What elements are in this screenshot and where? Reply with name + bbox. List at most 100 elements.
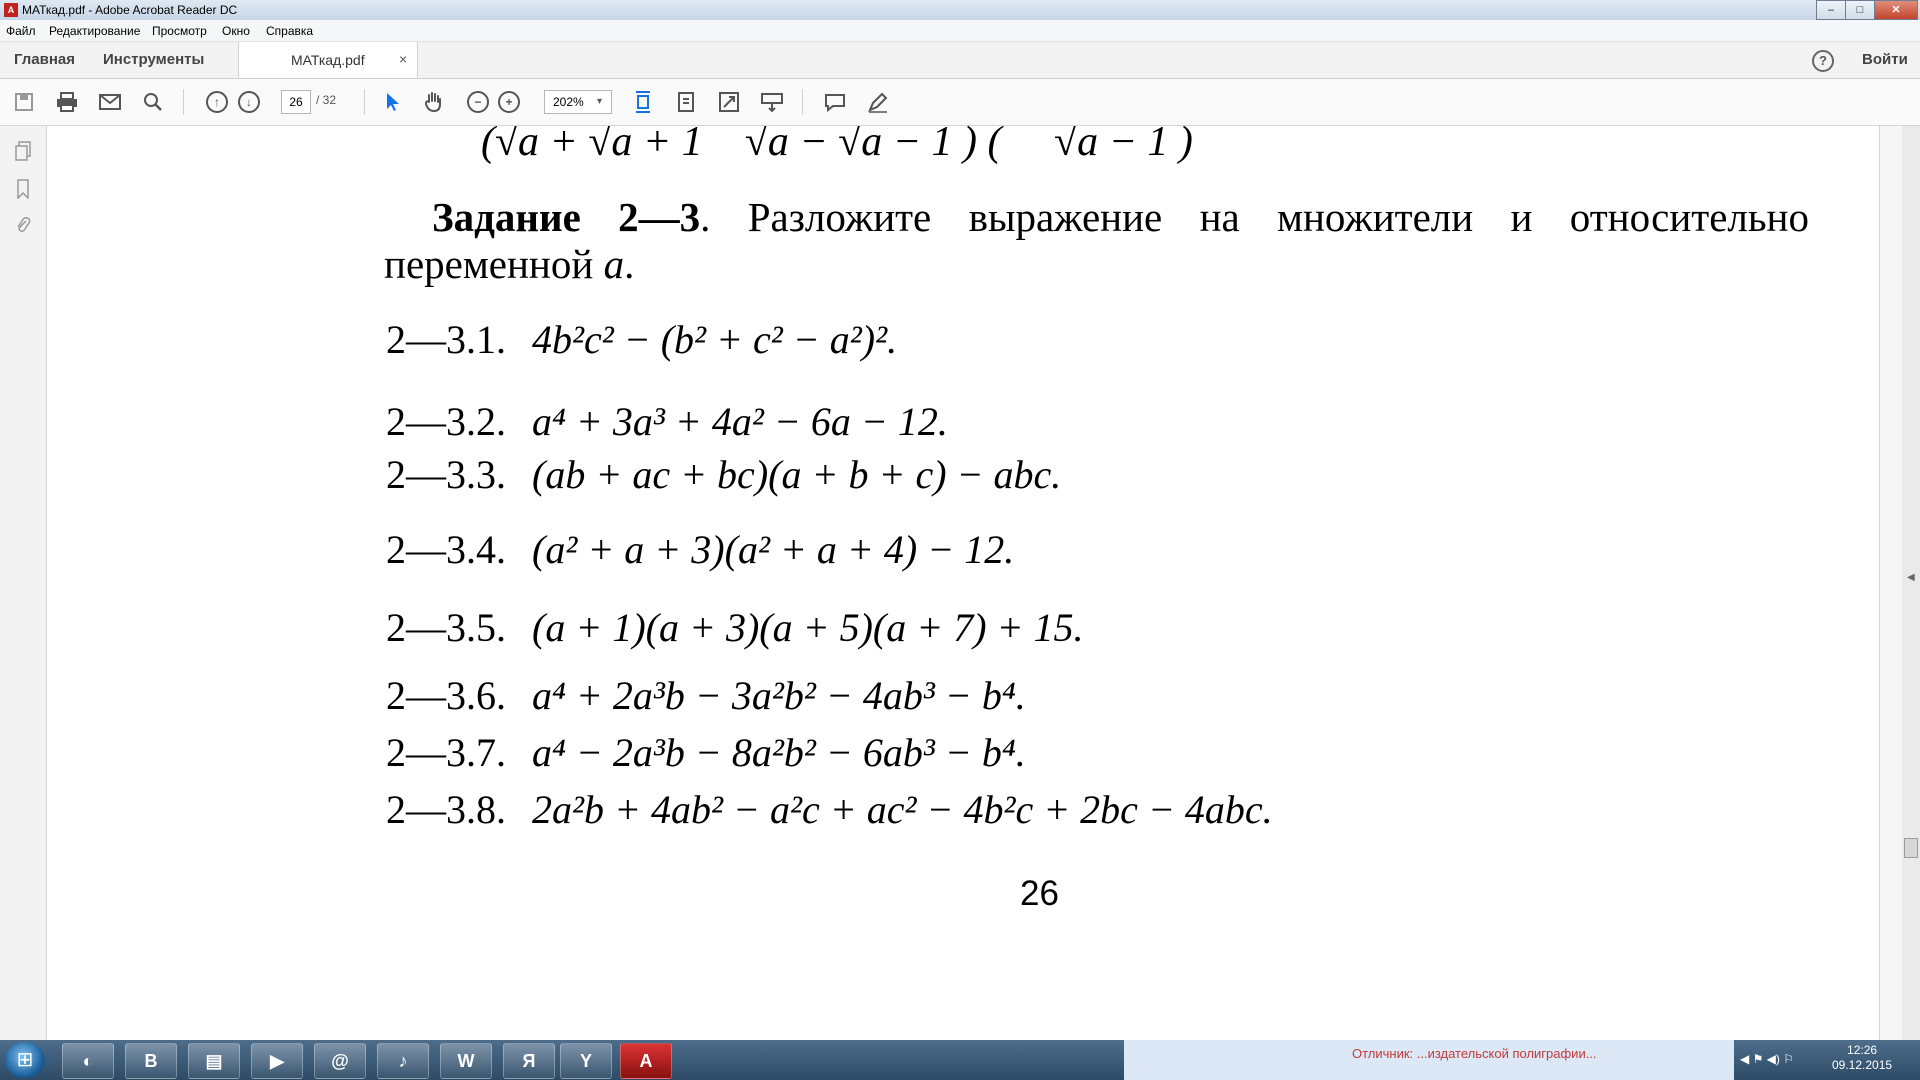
page-up-icon[interactable]: ↑ [204,89,230,115]
menu-help[interactable]: Справка [266,24,313,38]
read-mode-icon[interactable] [759,89,785,115]
acrobat-app-icon[interactable]: A [620,1043,672,1079]
mail-agent-app-icon[interactable]: @ [314,1043,366,1079]
task-heading: Задание 2—3. Разложите выражение на множ… [384,194,1809,288]
exercise-label: 2—3.3. [386,452,506,497]
close-tab-icon[interactable]: × [399,51,407,67]
start-button[interactable]: ⊞ [5,1042,45,1078]
full-screen-icon[interactable] [716,89,742,115]
page-number: 26 [1020,874,1059,913]
system-tray: ◀ ⚑ ◀) ⚐ 12:26 09.12.2015 [1736,1040,1920,1080]
bookmarks-icon[interactable] [12,178,34,200]
notification-text: Отличник: ...издательской полиграфии... [1352,1046,1597,1061]
exercise-item: 2—3.8. 2a²b + 4ab² − a²c + ac² − 4b²c + 2… [386,786,1273,833]
clock-date: 09.12.2015 [1832,1058,1893,1072]
menu-view[interactable]: Просмотр [152,24,207,38]
expand-right-panel-icon[interactable]: ◀ [1907,572,1915,583]
exercise-expression: 2a²b + 4ab² − a²c + ac² − 4b²c + 2bc − 4… [532,787,1273,832]
clock[interactable]: 12:26 09.12.2015 [1832,1043,1892,1073]
page-thumbnails-icon[interactable] [12,140,34,162]
title-bar: A МАТкад.pdf - Adobe Acrobat Reader DC –… [0,0,1920,20]
exercise-expression: 4b²c² − (b² + c² − a²)². [532,317,898,362]
exercise-item: 2—3.6. a⁴ + 2a³b − 3a²b² − 4ab³ − b⁴. [386,672,1026,719]
help-icon[interactable]: ? [1812,50,1834,72]
scroll-mode-icon[interactable] [673,89,699,115]
windows-taskbar: ⊞ ◐ B ▤ ▶ @ ♪ W Я Y A Отличник: ...издат… [0,1040,1920,1080]
exercise-item: 2—3.5. (a + 1)(a + 3)(a + 5)(a + 7) + 15. [386,604,1084,651]
exercise-item: 2—3.3. (ab + ac + bc)(a + b + c) − abc. [386,451,1061,498]
exercise-item: 2—3.1. 4b²c² − (b² + c² − a²)². [386,316,897,363]
exercise-label: 2—3.8. [386,787,506,832]
menu-bar: Файл Редактирование Просмотр Окно Справк… [0,20,1920,42]
exercise-expression: a⁴ + 2a³b − 3a²b² − 4ab³ − b⁴. [532,673,1026,718]
tab-tools[interactable]: Инструменты [103,51,204,68]
task-heading-bold: Задание 2—3 [432,194,701,240]
notification-banner: Отличник: ...издательской полиграфии... [1124,1040,1734,1080]
exercise-expression: a⁴ + 3a³ + 4a² − 6a − 12. [532,399,948,444]
acrobat-app-icon: A [4,3,18,17]
word-app-icon[interactable]: W [440,1043,492,1079]
exercise-item: 2—3.7. a⁴ − 2a³b − 8a²b² − 6ab³ − b⁴. [386,729,1026,776]
zoom-value: 202% [553,95,584,109]
tray-icons[interactable]: ◀ ⚑ ◀) ⚐ [1740,1052,1794,1066]
zoom-level-select[interactable]: 202% ▾ [544,90,612,114]
fit-page-icon[interactable] [630,89,656,115]
vk-app-icon[interactable]: B [125,1043,177,1079]
exercise-label: 2—3.5. [386,605,506,650]
email-icon[interactable] [97,89,123,115]
tab-bar: Главная Инструменты МАТкад.pdf × ? Войти [0,42,1920,79]
page-down-icon[interactable]: ↓ [236,89,262,115]
task-heading-end: . [624,241,635,287]
explorer-app-icon[interactable]: ▤ [188,1043,240,1079]
window-title: МАТкад.pdf - Adobe Acrobat Reader DC [22,3,238,17]
sign-icon[interactable] [865,89,891,115]
tab-home[interactable]: Главная [14,51,75,68]
menu-window[interactable]: Окно [222,24,250,38]
music-app-icon[interactable]: ♪ [377,1043,429,1079]
task-heading-variable: a [603,241,625,287]
exercise-label: 2—3.1. [386,317,506,362]
media-app-icon[interactable]: ◐ [62,1043,114,1079]
player-app-icon[interactable]: ▶ [251,1043,303,1079]
zoom-out-icon[interactable]: − [465,89,491,115]
document-tab-label: МАТкад.pdf [291,52,365,68]
exercise-item: 2—3.4. (a² + a + 3)(a² + a + 4) − 12. [386,526,1014,573]
tab-document[interactable]: МАТкад.pdf × [238,42,418,78]
sign-in-button[interactable]: Войти [1862,51,1908,68]
page-number-input[interactable]: 26 [281,90,311,114]
select-cursor-icon[interactable] [380,89,406,115]
menu-file[interactable]: Файл [6,24,36,38]
maximize-button[interactable]: □ [1845,0,1875,20]
left-navigation-rail [0,126,47,1040]
save-icon[interactable] [11,89,37,115]
print-icon[interactable] [54,89,80,115]
document-view: (√a + √a + 1 √a − √a − 1 ) ( √a − 1 ) За… [47,126,1879,1040]
toolbar: ↑ ↓ 26 / 32 − + 202% ▾ [0,79,1920,126]
menu-edit[interactable]: Редактирование [49,24,140,38]
previous-task-fragment: (√a + √a + 1 √a − √a − 1 ) ( √a − 1 ) [481,126,1193,165]
vertical-scrollbar[interactable] [1902,126,1920,1040]
scrollbar-thumb[interactable] [1904,838,1918,858]
search-icon[interactable] [140,89,166,115]
page-total: / 32 [316,93,337,107]
exercise-expression: (a² + a + 3)(a² + a + 4) − 12. [532,527,1015,572]
exercise-item: 2—3.2. a⁴ + 3a³ + 4a² − 6a − 12. [386,398,948,445]
yandex-browser-app-icon[interactable]: Y [560,1043,612,1079]
close-window-button[interactable]: ✕ [1874,0,1918,20]
chevron-down-icon: ▾ [597,96,603,107]
exercise-expression: (a + 1)(a + 3)(a + 5)(a + 7) + 15. [532,605,1084,650]
exercise-label: 2—3.4. [386,527,506,572]
right-tools-pane [1879,126,1902,1040]
attachments-icon[interactable] [12,214,34,236]
zoom-in-icon[interactable]: + [496,89,522,115]
minimize-button[interactable]: – [1816,0,1846,20]
exercise-expression: a⁴ − 2a³b − 8a²b² − 6ab³ − b⁴. [532,730,1026,775]
exercise-label: 2—3.2. [386,399,506,444]
exercise-label: 2—3.6. [386,673,506,718]
exercise-label: 2—3.7. [386,730,506,775]
hand-tool-icon[interactable] [421,89,447,115]
yandex-app-icon[interactable]: Я [503,1043,555,1079]
exercise-expression: (ab + ac + bc)(a + b + c) − abc. [532,452,1062,497]
comment-icon[interactable] [822,89,848,115]
clock-time: 12:26 [1847,1043,1878,1057]
